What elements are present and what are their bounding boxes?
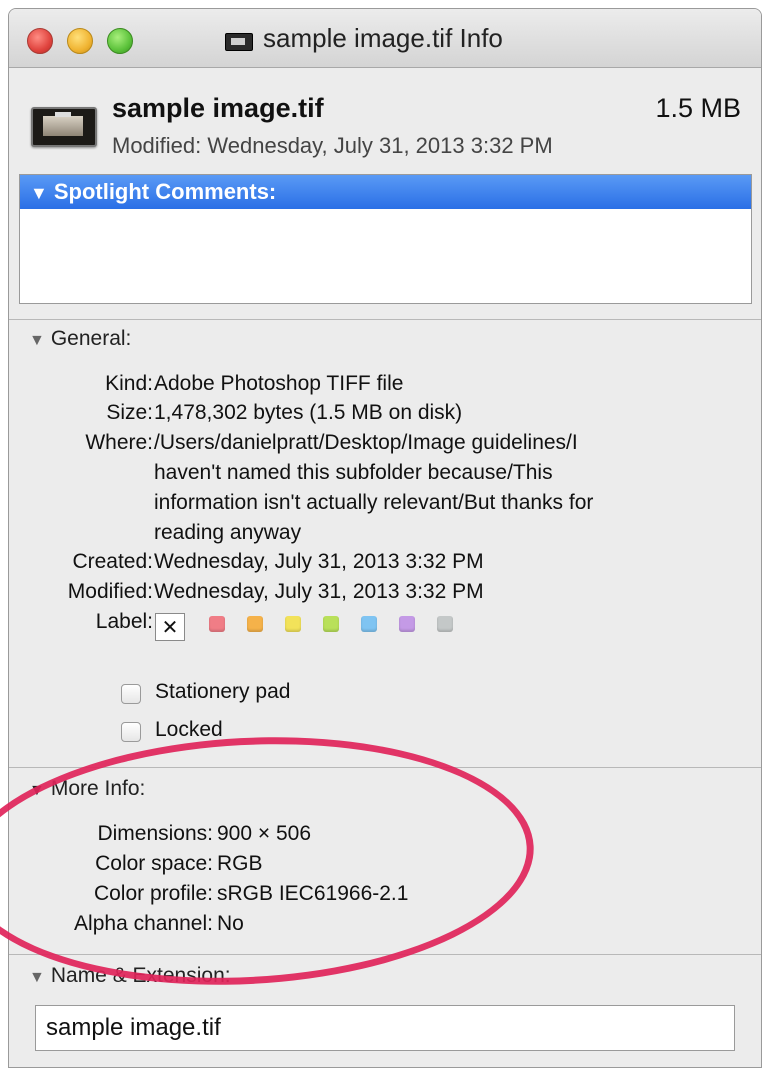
more-info-label: More Info: xyxy=(50,777,146,800)
disclosure-triangle-icon[interactable]: ▼ xyxy=(29,782,45,799)
close-button[interactable] xyxy=(27,28,53,54)
modified-label: Modified: xyxy=(67,580,153,603)
file-size: 1.5 MB xyxy=(655,93,741,123)
created-label: Created: xyxy=(72,550,153,573)
name-extension-label: Name & Extension: xyxy=(50,964,231,987)
size-value: 1,478,302 bytes (1.5 MB on disk) xyxy=(154,401,463,424)
title-bar[interactable]: sample image.tif Info xyxy=(9,9,761,68)
color-profile-label: Color profile: xyxy=(93,882,213,905)
alpha-channel-value: No xyxy=(217,912,244,935)
info-window: sample image.tif Info sample image.tif 1… xyxy=(8,8,762,1068)
label-color-purple[interactable] xyxy=(399,616,415,632)
label-color-red[interactable] xyxy=(209,616,225,632)
more-info-section-header[interactable]: ▼ More Info: xyxy=(29,777,145,801)
window-title: sample image.tif Info xyxy=(263,23,503,53)
section-divider xyxy=(9,954,761,955)
where-line: haven't named this subfolder because/Thi… xyxy=(154,461,553,484)
disclosure-triangle-icon[interactable]: ▼ xyxy=(30,183,48,203)
no-label-button[interactable]: ✕ xyxy=(155,613,185,641)
zoom-button[interactable] xyxy=(107,28,133,54)
spotlight-comments-label: Spotlight Comments: xyxy=(53,179,277,204)
kind-value: Adobe Photoshop TIFF file xyxy=(154,372,404,395)
stationery-pad-label: Stationery pad xyxy=(155,680,291,703)
section-divider xyxy=(9,319,761,320)
file-header: sample image.tif 1.5 MB Modified: Wednes… xyxy=(9,67,761,177)
file-name: sample image.tif xyxy=(112,93,324,123)
size-label: Size: xyxy=(106,401,153,424)
label-label: Label: xyxy=(95,610,153,633)
label-color-orange[interactable] xyxy=(247,616,263,632)
modified-date: Modified: Wednesday, July 31, 2013 3:32 … xyxy=(112,133,553,158)
label-color-gray[interactable] xyxy=(437,616,453,632)
disclosure-triangle-icon[interactable]: ▼ xyxy=(29,969,45,986)
modified-value: Wednesday, July 31, 2013 3:32 PM xyxy=(154,580,484,603)
created-value: Wednesday, July 31, 2013 3:32 PM xyxy=(154,550,484,573)
label-color-blue[interactable] xyxy=(361,616,377,632)
locked-checkbox[interactable] xyxy=(121,722,141,742)
general-label: General: xyxy=(50,327,132,350)
alpha-channel-label: Alpha channel: xyxy=(74,912,213,935)
where-line: information isn't actually relevant/But … xyxy=(154,491,594,514)
dimensions-label: Dimensions: xyxy=(97,822,213,845)
general-section-header[interactable]: ▼ General: xyxy=(29,327,131,351)
stationery-pad-checkbox[interactable] xyxy=(121,684,141,704)
spotlight-comments-field[interactable] xyxy=(20,209,751,299)
where-line: /Users/danielpratt/Desktop/Image guideli… xyxy=(154,431,578,454)
dimensions-value: 900 × 506 xyxy=(217,822,312,845)
where-line: reading anyway xyxy=(154,521,302,544)
spotlight-comments-header[interactable]: ▼ Spotlight Comments: xyxy=(20,175,751,209)
spotlight-comments-panel: ▼ Spotlight Comments: xyxy=(19,174,752,304)
name-extension-section-header[interactable]: ▼ Name & Extension: xyxy=(29,964,231,988)
file-thumbnail-icon xyxy=(225,33,253,51)
name-extension-field[interactable]: sample image.tif xyxy=(35,1005,735,1051)
color-space-value: RGB xyxy=(217,852,263,875)
image-file-icon xyxy=(31,107,97,147)
label-color-green[interactable] xyxy=(323,616,339,632)
locked-label: Locked xyxy=(155,718,223,741)
minimize-button[interactable] xyxy=(67,28,93,54)
color-profile-value: sRGB IEC61966-2.1 xyxy=(217,882,409,905)
disclosure-triangle-icon[interactable]: ▼ xyxy=(29,332,45,349)
color-space-label: Color space: xyxy=(95,852,213,875)
section-divider xyxy=(9,767,761,768)
kind-label: Kind: xyxy=(105,372,153,395)
where-label: Where: xyxy=(85,431,153,454)
label-color-yellow[interactable] xyxy=(285,616,301,632)
